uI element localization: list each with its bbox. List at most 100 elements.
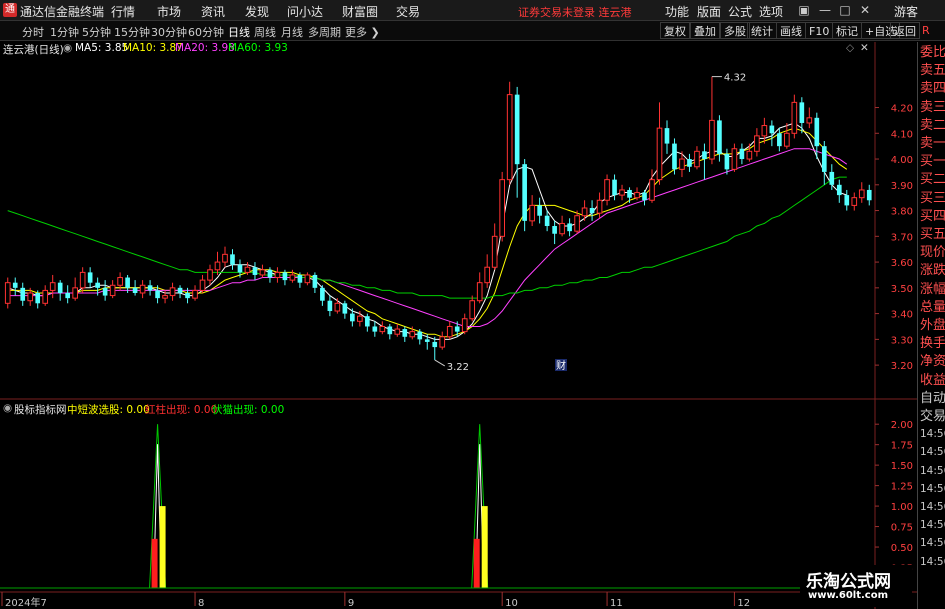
- candle-body: [461, 318, 468, 333]
- candle-body: [814, 117, 820, 147]
- candle-body: [649, 179, 655, 201]
- candle-body: [199, 279, 206, 291]
- candle-body: [724, 153, 730, 170]
- signal-yellow-bar: [159, 506, 166, 588]
- ma60-label: MA60: 3.93: [228, 42, 288, 54]
- settings-icon[interactable]: ◉: [63, 42, 72, 54]
- collapse-icon[interactable]: ◇: [846, 42, 854, 54]
- low-marker: [434, 359, 446, 367]
- sub-tick-label: 1.50: [891, 461, 913, 472]
- candle-body: [87, 272, 93, 283]
- sub-tick-label: 1.00: [891, 502, 913, 513]
- price-tick-label: 3.20: [891, 361, 913, 372]
- candle-body: [769, 125, 775, 134]
- candle-body: [357, 315, 363, 322]
- candle-body: [12, 282, 18, 288]
- price-tick-label: 4.20: [891, 104, 913, 115]
- candle-body: [177, 287, 183, 293]
- signal-1-label: 中短波选股: 0.00: [67, 404, 150, 416]
- candle-body: [252, 267, 258, 275]
- quote-panel-item: 卖五: [920, 63, 945, 79]
- candle-body: [836, 184, 842, 196]
- price-tick-label: 3.70: [891, 232, 913, 243]
- kline-chart[interactable]: 4.20 4.10 4.00 3.90 3.80 3.70 3.60 3.50 3.40 3.30…: [0, 0, 945, 609]
- quote-panel-item: 14:56: [920, 555, 945, 568]
- candle-body: [109, 284, 116, 297]
- candle-body: [604, 179, 610, 201]
- candle-body: [65, 292, 70, 299]
- ma5-label: MA5: 3.85: [75, 42, 129, 54]
- date-tick-label: 9: [348, 598, 354, 609]
- price-tick-label: 3.90: [891, 181, 913, 192]
- candle-body: [230, 254, 235, 265]
- ma10-label: MA10: 3.87: [123, 42, 183, 54]
- date-tick-label: 2024年7: [5, 596, 47, 609]
- close-panel-icon[interactable]: ✕: [860, 42, 869, 54]
- candle-body: [567, 223, 572, 232]
- indicator-name: 股标指标网: [14, 404, 67, 416]
- candle-body: [102, 287, 108, 296]
- candle-body: [259, 269, 266, 276]
- quote-panel-item: 卖一: [920, 136, 945, 151]
- quote-panel-item: 买二: [920, 172, 945, 188]
- candle-body: [642, 192, 647, 201]
- candle-body: [664, 128, 670, 144]
- candle-body: [169, 287, 176, 297]
- candle-body: [491, 235, 498, 268]
- candle-body: [784, 132, 790, 147]
- candle-body: [379, 325, 386, 333]
- candle-body: [267, 269, 273, 278]
- candle-body: [365, 316, 370, 327]
- price-tick-label: 4.00: [891, 155, 913, 166]
- candle-body: [320, 287, 325, 301]
- candle-body: [274, 271, 281, 279]
- sub-settings-icon[interactable]: ◉: [3, 402, 12, 414]
- candle-body: [20, 287, 26, 301]
- candle-body: [866, 189, 872, 201]
- candle-body: [132, 287, 138, 293]
- candle-body: [702, 151, 707, 160]
- candle-body: [552, 226, 557, 234]
- quote-panel-item: 自动: [920, 390, 945, 406]
- date-tick-label: 11: [610, 598, 623, 609]
- candle-body: [4, 282, 11, 304]
- candle-body: [214, 261, 221, 271]
- date-tick-label: 12: [737, 598, 750, 609]
- quote-panel-item: 换手: [920, 336, 945, 352]
- candle-body: [687, 159, 692, 167]
- quote-panel-item: 卖四: [920, 81, 945, 97]
- candle-body: [35, 292, 41, 304]
- candle-body: [544, 215, 550, 227]
- candle-body: [237, 264, 243, 273]
- candle-body: [717, 120, 722, 154]
- signal-red-bar: [473, 538, 480, 588]
- candle-body: [656, 127, 663, 181]
- candle-body: [446, 325, 453, 338]
- candle-body: [709, 119, 715, 160]
- candle-body: [27, 292, 34, 302]
- quote-panel-item: 卖二: [920, 117, 945, 133]
- candle-body: [57, 282, 63, 293]
- price-tick-label: 4.10: [891, 129, 913, 140]
- quote-panel-item: 14:56: [920, 519, 945, 532]
- candle-body: [244, 266, 251, 273]
- candle-body: [581, 207, 588, 217]
- candle-body: [402, 329, 408, 337]
- low-label: 3.22: [447, 362, 469, 373]
- quote-panel-item: 14:56: [920, 464, 945, 477]
- sub-tick-label: 0.75: [891, 523, 913, 534]
- candle-body: [289, 274, 296, 281]
- candle-body: [777, 133, 782, 147]
- price-tick-label: 3.40: [891, 310, 913, 321]
- candle-body: [806, 117, 813, 124]
- candle-body: [761, 125, 768, 137]
- quote-panel-item: 总量: [920, 299, 945, 315]
- sub-tick-label: 1.25: [891, 482, 913, 493]
- date-tick-label: 10: [505, 598, 518, 609]
- candle-body: [589, 207, 595, 214]
- candle-body: [125, 277, 130, 288]
- candle-body: [350, 313, 355, 322]
- candle-body: [858, 189, 865, 199]
- candle-body: [484, 266, 491, 284]
- candle-body: [372, 326, 378, 332]
